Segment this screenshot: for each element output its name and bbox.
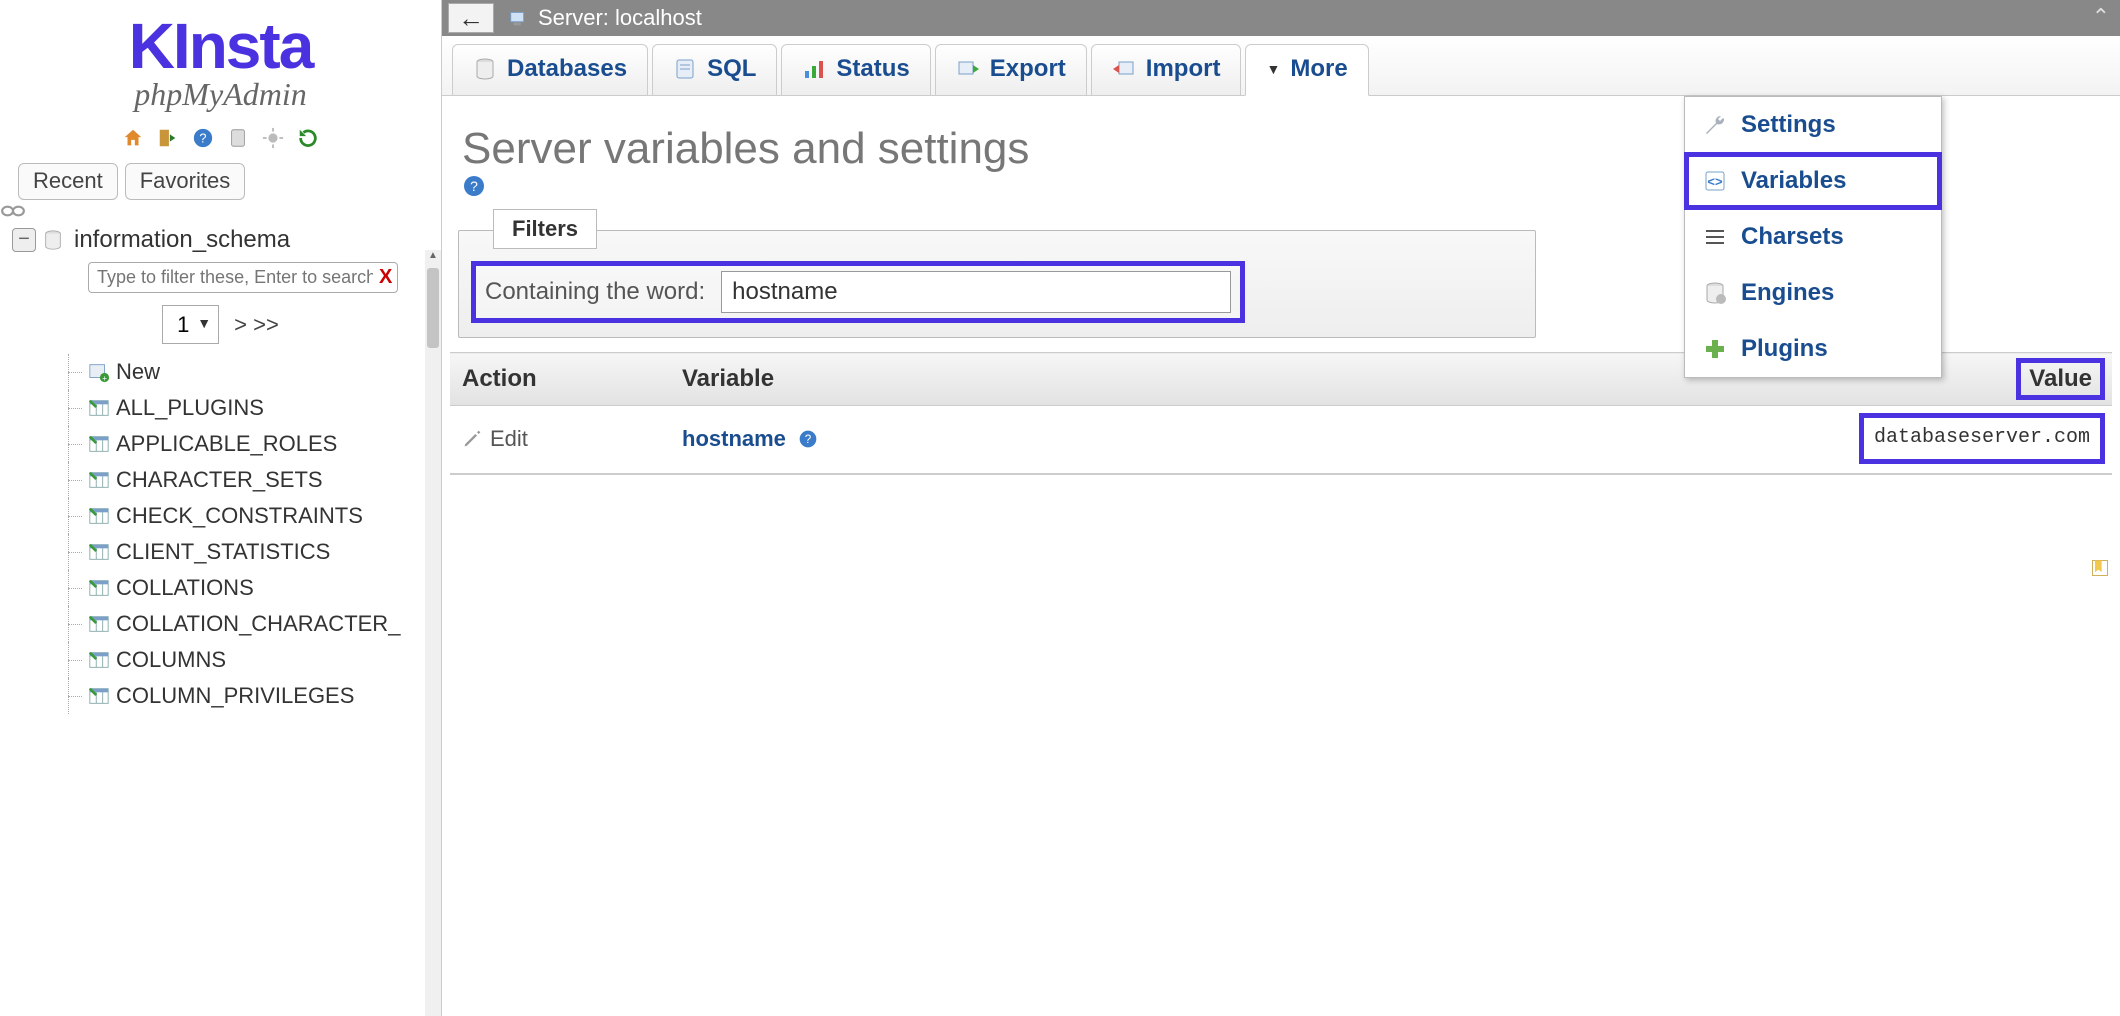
table-icon (88, 505, 110, 527)
table-filter-input[interactable] (88, 262, 398, 293)
logout-icon[interactable] (157, 127, 179, 149)
svg-text:<>: <> (1707, 174, 1723, 189)
home-icon[interactable] (122, 127, 144, 149)
edit-link[interactable]: Edit (462, 426, 658, 452)
table-icon (88, 469, 110, 491)
export-icon (956, 57, 980, 81)
brand-sub: phpMyAdmin (10, 76, 431, 113)
charsets-icon (1703, 225, 1727, 249)
table-icon (88, 649, 110, 671)
sidebar-tabs: Recent Favorites (18, 163, 441, 200)
navigation-sidebar: KInsta phpMyAdmin ? Recent Favorites − i… (0, 0, 442, 1016)
table-icon (88, 613, 110, 635)
tab-favorites[interactable]: Favorites (125, 163, 245, 200)
table-item[interactable]: COLLATION_CHARACTER_ (58, 606, 441, 642)
main-panel: ← Server: localhost ⌃ Databases SQL Stat… (442, 0, 2120, 1016)
table-item[interactable]: COLLATIONS (58, 570, 441, 606)
menu-plugins[interactable]: Plugins (1685, 321, 1941, 377)
table-pager: 1 > >> (0, 305, 441, 344)
refresh-icon[interactable] (297, 127, 319, 149)
sql-icon (673, 57, 697, 81)
new-table-link[interactable]: + New (58, 354, 441, 390)
table-item[interactable]: COLUMN_PRIVILEGES (58, 678, 441, 714)
gear-icon[interactable] (262, 127, 284, 149)
wrench-icon (1703, 113, 1727, 137)
svg-text:+: + (102, 374, 107, 383)
brand-name: KInsta (10, 14, 431, 78)
filter-label: Containing the word: (485, 278, 705, 306)
col-value: Value (1219, 353, 2112, 406)
variables-icon: <> (1703, 169, 1727, 193)
new-table-label: New (116, 359, 160, 385)
table-icon (88, 577, 110, 599)
table-icon (88, 541, 110, 563)
svg-text:?: ? (199, 131, 206, 146)
filter-row: Containing the word: (475, 265, 1241, 319)
menu-charsets[interactable]: Charsets (1685, 209, 1941, 265)
top-tab-bar: Databases SQL Status Export Import ▼ Mor… (442, 36, 2120, 96)
tab-status[interactable]: Status (781, 44, 930, 95)
import-icon (1112, 57, 1136, 81)
menu-engines[interactable]: Engines (1685, 265, 1941, 321)
filters-panel: Filters Containing the word: (458, 230, 1536, 338)
brand-logo: KInsta phpMyAdmin (0, 0, 441, 117)
tab-recent[interactable]: Recent (18, 163, 118, 200)
database-tree-header[interactable]: − information_schema (12, 226, 441, 254)
menu-variables[interactable]: <> Variables (1685, 153, 1941, 209)
filter-word-input[interactable] (721, 271, 1231, 313)
page-select[interactable]: 1 (162, 305, 219, 344)
filters-legend: Filters (493, 209, 597, 249)
variable-value: databaseserver.com (1864, 418, 2100, 459)
database-icon (473, 57, 497, 81)
table-icon (88, 433, 110, 455)
table-item[interactable]: CLIENT_STATISTICS (58, 534, 441, 570)
collapse-bar-icon[interactable]: ⌃ (2092, 4, 2110, 30)
help-icon[interactable]: ? (192, 127, 214, 149)
table-item[interactable]: CHECK_CONSTRAINTS (58, 498, 441, 534)
bookmark-icon[interactable] (2090, 558, 2110, 578)
breadcrumb-bar: ← Server: localhost ⌃ (442, 0, 2120, 36)
svg-text:?: ? (805, 433, 812, 446)
sidebar-scrollbar[interactable]: ▲ (425, 250, 441, 1016)
col-variable: Variable (670, 353, 1219, 406)
tab-databases[interactable]: Databases (452, 44, 648, 95)
table-icon (88, 685, 110, 707)
database-name[interactable]: information_schema (74, 226, 290, 254)
tab-more[interactable]: ▼ More (1245, 44, 1368, 96)
engines-icon (1703, 281, 1727, 305)
breadcrumb-label[interactable]: Server: localhost (538, 5, 702, 31)
plugins-icon (1703, 337, 1727, 361)
server-icon (508, 7, 530, 29)
back-button[interactable]: ← (448, 3, 494, 33)
table-icon (88, 397, 110, 419)
docs-icon[interactable] (227, 127, 249, 149)
svg-text:?: ? (470, 178, 478, 194)
menu-settings[interactable]: Settings (1685, 97, 1941, 153)
status-icon (802, 57, 826, 81)
variable-name-link[interactable]: hostname (682, 426, 786, 451)
collapse-icon[interactable]: − (12, 228, 36, 252)
table-item[interactable]: APPLICABLE_ROLES (58, 426, 441, 462)
table-item[interactable]: ALL_PLUGINS (58, 390, 441, 426)
help-icon[interactable]: ? (798, 429, 818, 449)
table-list: + New ALL_PLUGINS APPLICABLE_ROLES CHARA… (58, 354, 441, 714)
col-action: Action (450, 353, 670, 406)
tab-sql[interactable]: SQL (652, 44, 777, 95)
pager-next[interactable]: > >> (234, 312, 279, 337)
table-item[interactable]: COLUMNS (58, 642, 441, 678)
more-dropdown: Settings <> Variables Charsets Engines P… (1684, 96, 1942, 378)
pencil-icon (462, 429, 482, 449)
table-item[interactable]: CHARACTER_SETS (58, 462, 441, 498)
clear-filter-icon[interactable]: X (379, 266, 392, 288)
chevron-down-icon: ▼ (1266, 61, 1280, 77)
tab-export[interactable]: Export (935, 44, 1087, 95)
link-icon[interactable] (0, 204, 401, 218)
database-icon (42, 229, 64, 251)
tab-import[interactable]: Import (1091, 44, 1242, 95)
variable-row: Edit hostname ? databaseserver.com (450, 406, 2112, 475)
new-table-icon: + (88, 361, 110, 383)
quick-icon-row: ? (0, 127, 441, 149)
